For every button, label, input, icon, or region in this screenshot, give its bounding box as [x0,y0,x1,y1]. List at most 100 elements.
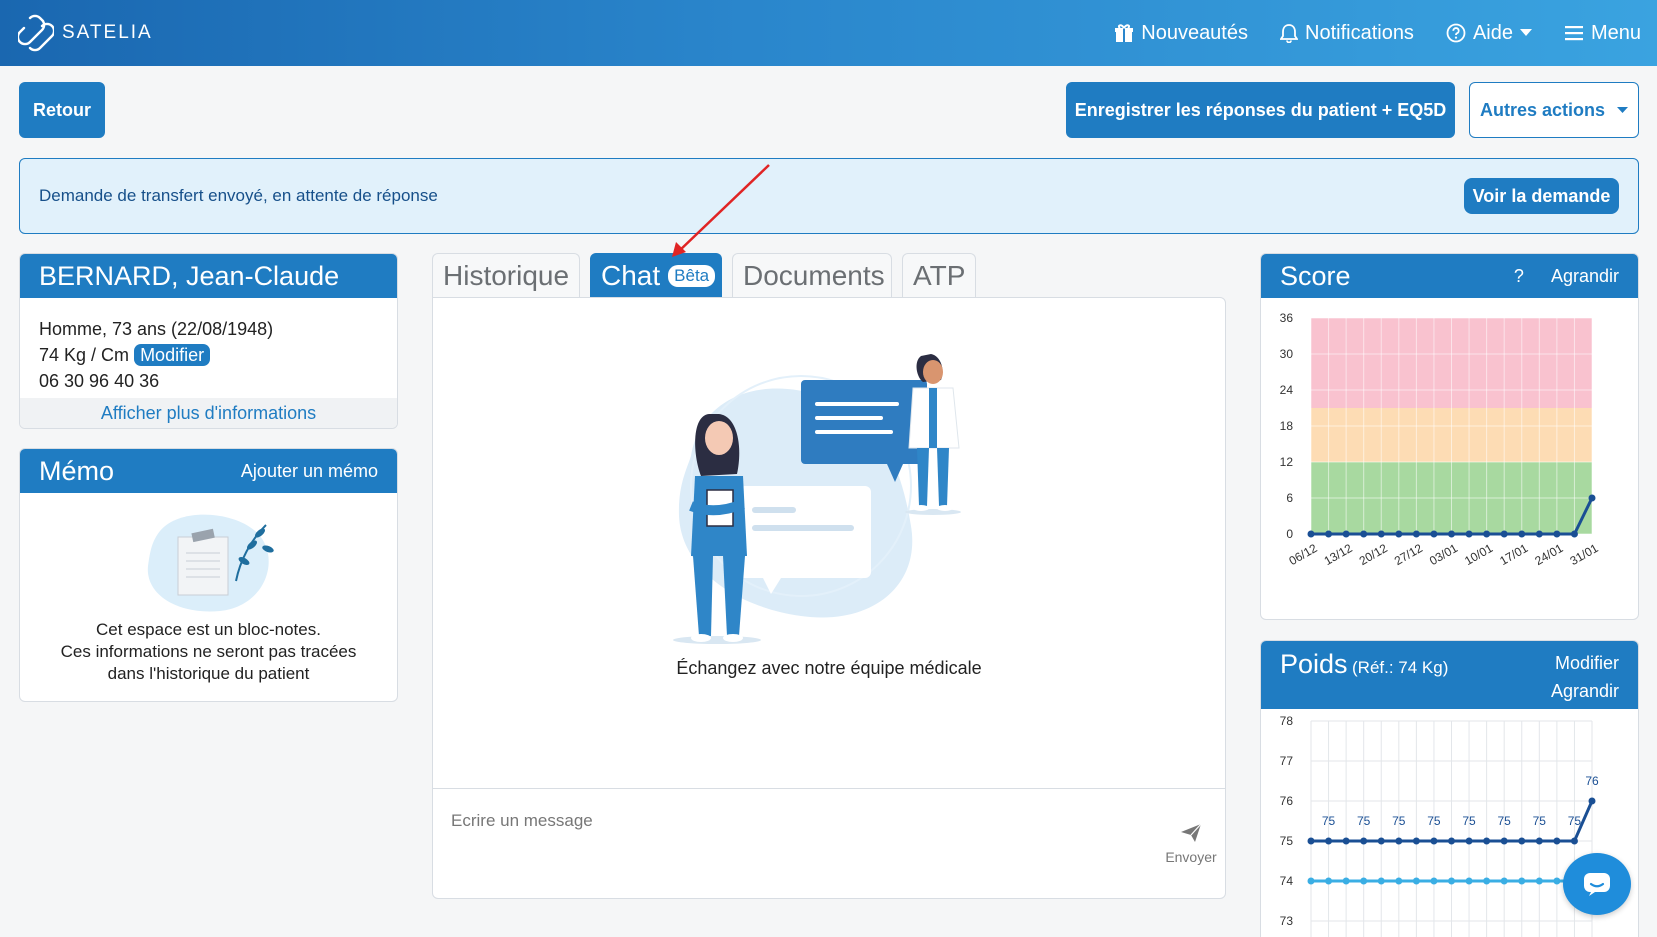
score-ytick-label: 6 [1286,491,1293,505]
score-ytick-label: 0 [1286,527,1293,541]
score-point [1535,530,1543,538]
weight-point-1 [1377,877,1385,885]
weight-title-group: Poids (Réf.: 74 Kg) [1280,649,1448,680]
view-request-button[interactable]: Voir la demande [1464,178,1619,214]
score-xtick-label: 10/01 [1462,541,1495,568]
score-xtick-label: 17/01 [1497,541,1530,568]
weight-data-label: 75 [1498,814,1512,828]
weight-title: Poids [1280,649,1348,679]
transfer-alert: Demande de transfert envoyé, en attente … [19,158,1639,234]
weight-ytick-label: 76 [1280,794,1294,808]
weight-point-1 [1465,877,1473,885]
weight-point-0 [1553,837,1561,845]
weight-point-1 [1483,877,1491,885]
weight-ytick-label: 75 [1280,834,1294,848]
score-expand-link[interactable]: Agrandir [1551,266,1619,286]
score-xtick-label: 27/12 [1392,541,1425,568]
patient-name: BERNARD, Jean-Claude [39,260,340,291]
back-button[interactable]: Retour [19,82,105,138]
weight-point-0 [1430,837,1438,845]
add-memo-link[interactable]: Ajouter un mémo [241,461,378,482]
tab-atp[interactable]: ATP [902,253,976,297]
satelia-logo-icon [18,14,54,52]
nav-menu[interactable]: Menu [1564,22,1641,45]
support-chat-button[interactable] [1563,853,1631,915]
patient-card: BERNARD, Jean-Claude Homme, 73 ans (22/0… [19,253,398,429]
memo-title: Mémo [39,455,115,486]
weight-point-1 [1342,877,1350,885]
weight-point-0 [1465,837,1473,845]
score-actions: ? Agrandir [1514,266,1619,287]
weight-point-1 [1395,877,1403,885]
weight-modify-link[interactable]: Modifier [1551,649,1619,677]
weight-data-label: 75 [1427,814,1441,828]
score-ytick-label: 36 [1280,311,1294,325]
modify-weight-button[interactable]: Modifier [134,344,211,366]
memo-line-1: Cet espace est un bloc-notes. [96,620,321,639]
gift-icon [1115,24,1134,42]
nav-notifications[interactable]: Notifications [1280,22,1414,45]
score-point [1307,530,1315,538]
memo-card: Mémo Ajouter un mémo Cet espace est un b… [19,448,398,702]
weight-data-label: 75 [1462,814,1476,828]
nav-aide-label: Aide [1472,21,1513,44]
weight-data-label: 75 [1533,814,1547,828]
weight-point-0 [1448,837,1455,845]
score-ytick-label: 18 [1280,419,1294,433]
weight-point-0 [1500,837,1508,845]
show-more-info-link[interactable]: Afficher plus d'informations [20,398,397,428]
weight-ytick-label: 78 [1280,714,1294,728]
weight-point-1 [1553,877,1561,885]
score-point [1588,494,1596,502]
save-responses-button[interactable]: Enregistrer les réponses du patient + EQ… [1066,82,1455,138]
help-circle-icon [1446,23,1466,43]
score-title: Score [1280,260,1351,291]
weight-point-0 [1395,837,1403,845]
weight-data-label: 75 [1357,814,1371,828]
send-button[interactable]: Envoyer [1163,823,1219,865]
score-point [1342,530,1350,538]
score-point [1325,530,1333,538]
other-actions-label: Autres actions [1479,99,1606,120]
nav-menu-label: Menu [1590,21,1641,44]
weight-point-1 [1307,877,1315,885]
score-help-button[interactable]: ? [1514,266,1524,286]
top-navbar: SATELIA Nouveautés Notifications Aide Me… [0,0,1657,66]
message-input[interactable]: Ecrire un message [451,811,593,831]
weight-point-0 [1342,837,1350,845]
score-card-header: Score ? Agrandir [1261,254,1638,298]
message-composer: Ecrire un message Envoyer [433,788,1225,900]
score-point [1518,530,1526,538]
nav-aide[interactable]: Aide [1446,22,1532,45]
tab-chat-label: Chat [601,259,661,291]
score-point [1412,530,1420,538]
memo-line-2: Ces informations ne seront pas tracées [60,642,357,661]
nav-nouveautes[interactable]: Nouveautés [1114,22,1248,45]
score-ytick-label: 30 [1280,347,1294,361]
send-label: Envoyer [1165,849,1217,865]
caret-down-icon [1519,29,1532,36]
memo-card-header: Mémo Ajouter un mémo [20,449,397,493]
brand-logo[interactable]: SATELIA [18,14,153,52]
weight-point-0 [1412,837,1420,845]
memo-line-3: dans l'historique du patient [107,664,310,683]
weight-data-label: 75 [1322,814,1336,828]
weight-point-0 [1483,837,1491,845]
tab-historique[interactable]: Historique [432,253,580,297]
beta-badge: Bêta [668,264,716,287]
weight-point-1 [1412,877,1420,885]
score-point [1483,530,1491,538]
tab-documents-label: Documents [743,259,885,291]
weight-reference: (Réf.: 74 Kg) [1352,658,1449,677]
weight-ytick-label: 77 [1280,754,1294,768]
other-actions-dropdown[interactable]: Autres actions [1469,82,1639,138]
annotation-arrow-icon [672,164,770,257]
tab-historique-label: Historique [443,259,570,291]
weight-expand-link[interactable]: Agrandir [1551,677,1619,705]
weight-data-label: 76 [1585,774,1599,788]
score-card: Score ? Agrandir 0 6 12 18 24 30 36 06/12 13/12 2… [1260,253,1639,620]
score-xtick-label: 24/01 [1532,541,1565,568]
weight-point-0 [1518,837,1526,845]
weight-point-1 [1518,877,1526,885]
score-xtick-label: 31/01 [1567,541,1600,568]
